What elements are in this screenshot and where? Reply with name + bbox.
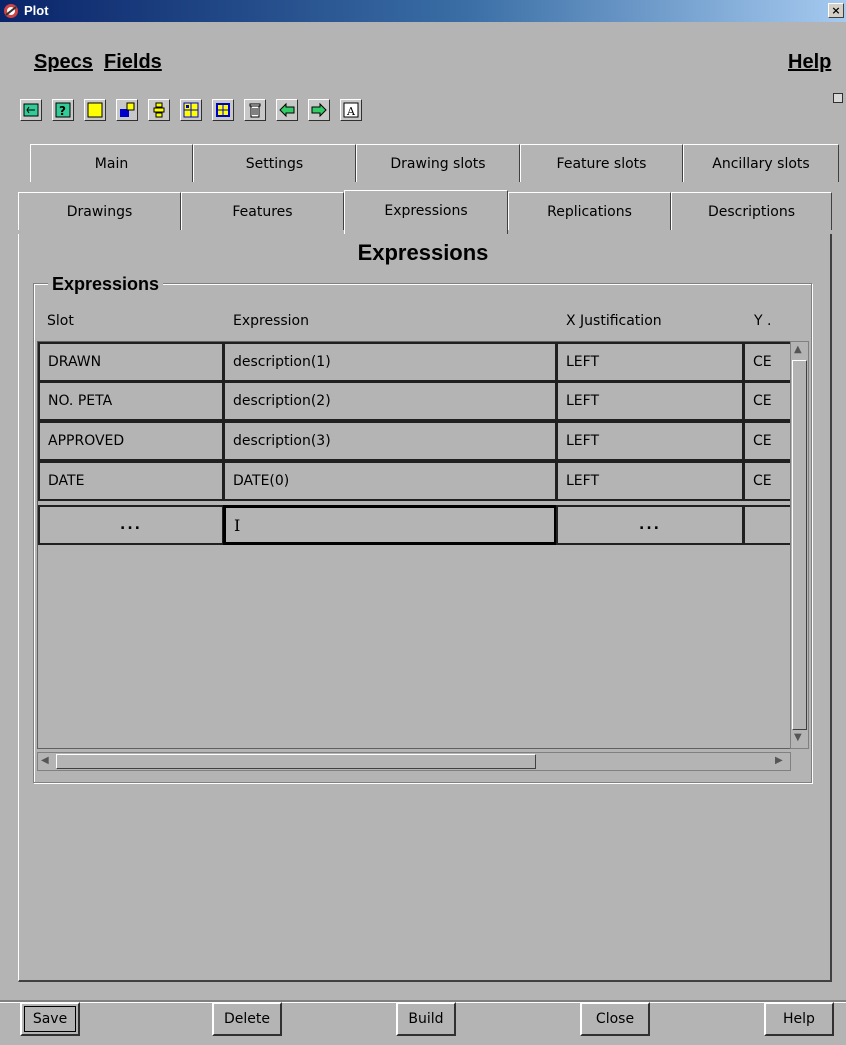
table-cell-slot[interactable]: APPROVED bbox=[38, 421, 224, 461]
tab-descriptions-label: Descriptions bbox=[707, 204, 796, 220]
svg-text:A: A bbox=[346, 105, 356, 118]
table-cell-x-justification[interactable]: LEFT bbox=[556, 381, 744, 421]
close-window-button[interactable]: × bbox=[828, 3, 844, 18]
tab-ancillary-slots[interactable]: Ancillary slots bbox=[683, 144, 839, 182]
menu-help-label: Help bbox=[788, 51, 832, 73]
table-cell-expression[interactable]: description(2) bbox=[223, 381, 557, 421]
close-button[interactable]: Close bbox=[580, 1002, 650, 1036]
new-row-slot-picker[interactable]: ... bbox=[38, 505, 224, 545]
new-row-x-justification-picker[interactable]: ... bbox=[556, 505, 744, 545]
help-question-icon[interactable]: ? bbox=[52, 99, 74, 121]
table-cell-expression[interactable]: DATE(0) bbox=[223, 461, 557, 501]
tab-drawing-slots[interactable]: Drawing slots bbox=[356, 144, 520, 182]
scroll-up-icon[interactable]: ▲ bbox=[794, 344, 802, 355]
delete-button[interactable]: Delete bbox=[212, 1002, 282, 1036]
select-area-icon[interactable] bbox=[212, 99, 234, 121]
align-icon[interactable] bbox=[148, 99, 170, 121]
column-header-slot: Slot bbox=[47, 313, 74, 329]
tab-main[interactable]: Main bbox=[30, 144, 193, 182]
move-feature-icon[interactable] bbox=[116, 99, 138, 121]
tab-settings-label: Settings bbox=[245, 156, 304, 172]
page-title: Expressions bbox=[357, 240, 489, 265]
table-cell-slot[interactable]: DATE bbox=[38, 461, 224, 501]
expressions-group-title: Expressions bbox=[48, 274, 164, 295]
tab-expressions[interactable]: Expressions bbox=[344, 190, 508, 236]
scroll-down-icon[interactable]: ▼ bbox=[794, 732, 802, 743]
new-row-y-justification[interactable] bbox=[743, 505, 790, 545]
column-header-expression: Expression bbox=[233, 313, 309, 329]
build-button[interactable]: Build bbox=[396, 1002, 456, 1036]
new-row-expression-input[interactable]: I bbox=[223, 505, 557, 545]
menu-specs-label: Specs bbox=[34, 51, 93, 73]
tab-replications-label: Replications bbox=[547, 204, 632, 220]
arrow-left-icon[interactable] bbox=[276, 99, 298, 121]
delete-bin-icon[interactable] bbox=[244, 99, 266, 121]
tab-descriptions[interactable]: Descriptions bbox=[671, 192, 832, 230]
rectangle-icon[interactable] bbox=[84, 99, 106, 121]
tab-main-label: Main bbox=[94, 156, 129, 172]
tab-features[interactable]: Features bbox=[181, 192, 344, 230]
tab-drawings-label: Drawings bbox=[66, 204, 133, 220]
horizontal-scroll-thumb[interactable] bbox=[56, 754, 536, 769]
table-cell-y-justification[interactable]: CE bbox=[743, 421, 790, 461]
scroll-left-icon[interactable]: ◀ bbox=[41, 755, 49, 766]
table-cell-slot[interactable]: NO. PETA bbox=[38, 381, 224, 421]
vertical-scroll-thumb[interactable] bbox=[792, 360, 807, 730]
window-titlebar[interactable]: Plot × bbox=[0, 0, 846, 22]
horizontal-scrollbar[interactable]: ◀ ▶ bbox=[37, 752, 791, 771]
save-button[interactable]: Save bbox=[20, 1002, 80, 1036]
table-cell-x-justification[interactable]: LEFT bbox=[556, 461, 744, 501]
tab-ancillary-slots-label: Ancillary slots bbox=[712, 156, 810, 172]
table-cell-x-justification[interactable]: LEFT bbox=[556, 342, 744, 382]
column-header-y-justification: Y . bbox=[754, 313, 772, 329]
tab-drawings[interactable]: Drawings bbox=[18, 192, 181, 230]
table-cell-slot[interactable]: DRAWN bbox=[38, 342, 224, 382]
table-cell-expression[interactable]: description(3) bbox=[223, 421, 557, 461]
grid-icon[interactable] bbox=[180, 99, 202, 121]
menu-fields-label: Fields bbox=[104, 51, 162, 73]
arrow-right-icon[interactable] bbox=[308, 99, 330, 121]
tab-features-label: Features bbox=[232, 204, 293, 220]
tab-drawing-slots-label: Drawing slots bbox=[390, 156, 486, 172]
column-header-x-justification: X Justification bbox=[566, 313, 662, 329]
menu-help[interactable]: Help bbox=[788, 51, 831, 74]
help-button[interactable]: Help bbox=[764, 1002, 834, 1036]
text-cursor-icon: I bbox=[234, 516, 241, 535]
table-cell-y-justification[interactable]: CE bbox=[743, 342, 790, 382]
tab-expressions-label: Expressions bbox=[384, 203, 468, 219]
window-title: Plot bbox=[24, 3, 49, 18]
table-cell-y-justification[interactable]: CE bbox=[743, 461, 790, 501]
toolbar-collapse-handle[interactable] bbox=[833, 93, 843, 103]
app-logo-icon bbox=[4, 4, 18, 18]
menu-specs[interactable]: Specs bbox=[34, 51, 93, 74]
table-cell-x-justification[interactable]: LEFT bbox=[556, 421, 744, 461]
text-A-icon[interactable]: A bbox=[340, 99, 362, 121]
tab-replications[interactable]: Replications bbox=[508, 192, 671, 230]
scroll-right-icon[interactable]: ▶ bbox=[775, 755, 783, 766]
svg-text:?: ? bbox=[59, 104, 66, 118]
table-cell-expression[interactable]: description(1) bbox=[223, 342, 557, 382]
vertical-scrollbar[interactable]: ▲ ▼ bbox=[790, 341, 809, 749]
text-frame-icon[interactable] bbox=[20, 99, 42, 121]
tab-feature-slots-label: Feature slots bbox=[556, 156, 647, 172]
tab-feature-slots[interactable]: Feature slots bbox=[520, 144, 683, 182]
table-cell-y-justification[interactable]: CE bbox=[743, 381, 790, 421]
expressions-table: DRAWN description(1) LEFT CE NO. PETA de… bbox=[37, 341, 791, 749]
menu-fields[interactable]: Fields bbox=[104, 51, 162, 74]
tab-settings[interactable]: Settings bbox=[193, 144, 356, 182]
